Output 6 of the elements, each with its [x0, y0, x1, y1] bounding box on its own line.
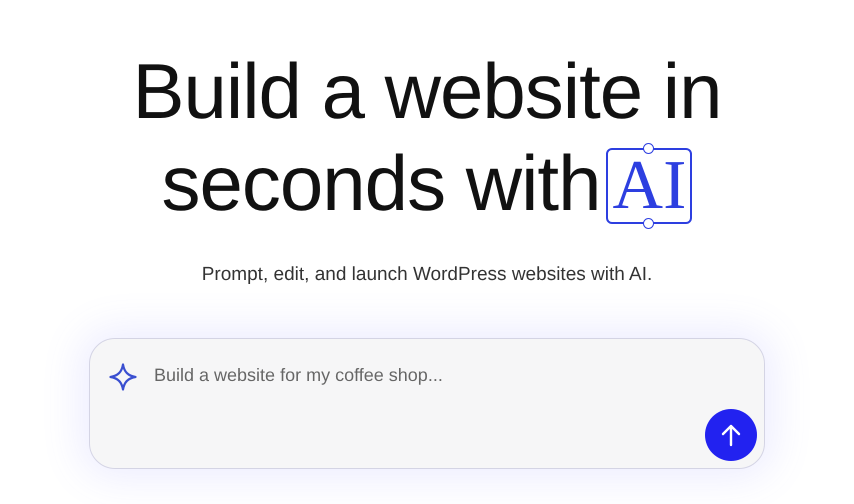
sparkle-icon	[108, 362, 138, 392]
headline: seconds with	[162, 138, 600, 228]
subtitle: Prompt, edit, and launch WordPress websites with AI.	[202, 264, 652, 286]
arrow-up-icon	[720, 423, 742, 447]
send-button[interactable]	[705, 409, 757, 461]
headline: Build a website in	[132, 46, 722, 136]
